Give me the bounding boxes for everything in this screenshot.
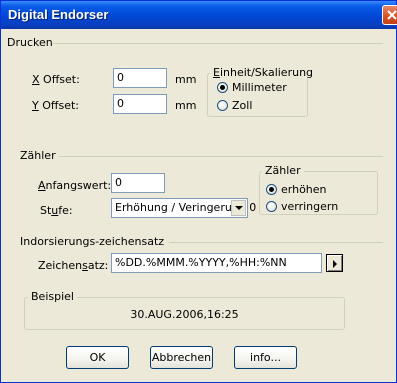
stufe-select[interactable]: Erhöhung / Veringerung 0 xyxy=(111,198,256,218)
zoll-radio[interactable] xyxy=(217,100,228,111)
close-icon xyxy=(387,10,397,20)
x-offset-label: X Offset: xyxy=(32,73,80,86)
verringern-radio[interactable] xyxy=(266,201,277,212)
chevron-down-icon[interactable] xyxy=(231,200,246,216)
zaehler-section-label: Zähler xyxy=(20,149,56,162)
cancel-button[interactable]: Abbrechen xyxy=(150,346,213,369)
info-button[interactable]: info... xyxy=(234,346,297,369)
x-offset-unit: mm xyxy=(175,73,197,86)
erhoehen-radio[interactable] xyxy=(266,184,277,195)
anfangswert-label: Anfangswert: xyxy=(38,179,112,192)
close-button[interactable] xyxy=(382,5,397,25)
einheit-group-label: Einheit/Skalierung xyxy=(210,66,317,79)
millimeter-radio[interactable] xyxy=(217,82,228,93)
window-title: Digital Endorser xyxy=(8,7,109,22)
anfangswert-input[interactable]: 0 xyxy=(111,173,165,193)
erhoehen-label: erhöhen xyxy=(281,183,327,196)
drucken-section-label: Drucken xyxy=(7,36,53,49)
stufe-label: Stufe: xyxy=(40,204,73,217)
y-offset-unit: mm xyxy=(175,99,197,112)
dialog-window: Digital Endorser Drucken X Offset: 0 mm … xyxy=(0,0,397,383)
beispiel-label: Beispiel xyxy=(28,290,77,303)
zeichensatz-insert-button[interactable] xyxy=(326,254,343,272)
zaehler-separator xyxy=(59,156,383,157)
zeichensatz-label: Zeichensatz: xyxy=(38,259,109,272)
y-offset-label: Y Offset: xyxy=(32,99,79,112)
zeichensatz-section-label: Indorsierungs-zeichensatz xyxy=(20,235,165,248)
zeichensatz-separator xyxy=(169,242,383,243)
y-offset-input[interactable]: 0 xyxy=(113,94,167,114)
ok-button[interactable]: OK xyxy=(66,346,129,369)
drucken-separator xyxy=(53,43,383,44)
verringern-label: verringern xyxy=(281,200,339,213)
title-bar[interactable]: Digital Endorser xyxy=(1,1,396,29)
x-offset-input[interactable]: 0 xyxy=(113,68,167,88)
zeichensatz-input[interactable]: %DD.%MMM.%YYYY,%HH:%NN xyxy=(111,253,322,273)
richtung-group-label: Zähler xyxy=(262,164,304,177)
zoll-label: Zoll xyxy=(232,99,253,112)
millimeter-label: Millimeter xyxy=(232,81,287,94)
beispiel-value: 30.AUG.2006,16:25 xyxy=(130,308,239,321)
